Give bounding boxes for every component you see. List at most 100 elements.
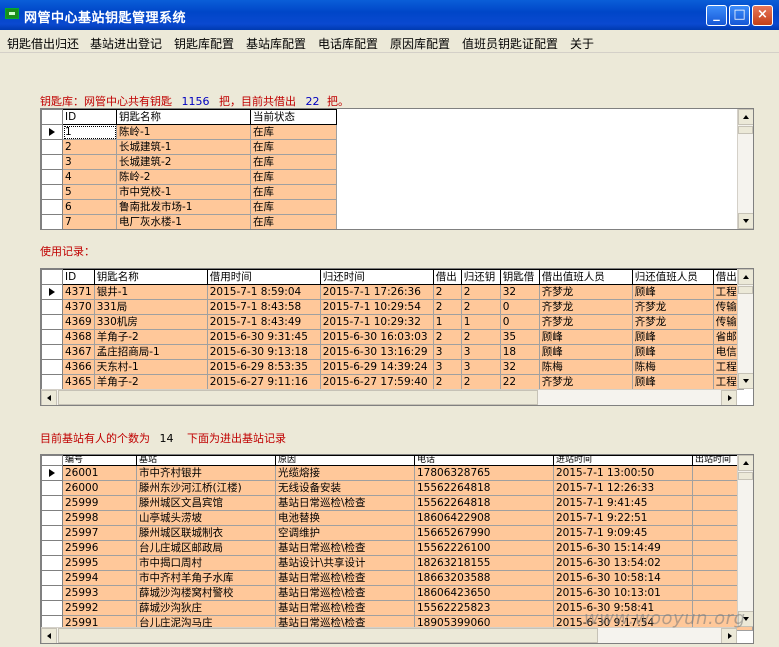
table-cell[interactable]: 在库 [250, 184, 337, 200]
table-cell[interactable]: 15562225823 [414, 600, 554, 616]
col-return-time[interactable]: 归还时间 [319, 269, 434, 285]
table-cell[interactable]: 2015-7-1 8:43:49 [206, 314, 321, 330]
table-cell[interactable]: 2015-6-30 15:14:49 [553, 540, 693, 556]
row-indicator[interactable] [41, 154, 63, 170]
table-row[interactable]: 25993 薛城沙沟楼窝村警校 基站日常巡检\检查 18606423650 2015-6… [41, 585, 753, 601]
table-cell[interactable]: 陈梅 [538, 359, 633, 375]
table-cell[interactable]: 齐梦龙 [631, 299, 714, 315]
row-indicator[interactable] [41, 510, 63, 526]
table-cell[interactable]: 在库 [250, 169, 337, 185]
table-cell[interactable]: 15562264818 [414, 495, 554, 511]
table-cell[interactable]: 台儿庄城区邮政局 [136, 540, 276, 556]
row-indicator[interactable] [41, 139, 63, 155]
table-cell[interactable]: 25996 [62, 540, 137, 556]
table-row[interactable]: 25997 滕州城区联城制衣 空调维护 15665267990 2015-7-1 9:0… [41, 525, 753, 541]
scroll-down-icon[interactable] [738, 213, 753, 229]
table-cell[interactable]: 天东村-1 [93, 359, 208, 375]
table-row[interactable]: 26000 滕州东沙河江桥(江楼) 无线设备安装 15562264818 2015-7-… [41, 480, 753, 496]
col-key-borrow[interactable]: 钥匙借 [499, 269, 540, 285]
table-cell[interactable]: 2015-7-1 10:29:54 [319, 299, 434, 315]
scroll-thumb[interactable] [738, 286, 753, 294]
keys-grid[interactable]: ID 钥匙名称 当前状态 1 陈岭-1 在库 2 长城建筑-1 在库 3 长城建筑-2 在库 4 陈… [40, 108, 754, 230]
close-button[interactable]: × [752, 5, 773, 26]
table-cell[interactable]: 鲁南批发市场-1 [116, 199, 251, 215]
table-cell[interactable]: 齐梦龙 [538, 314, 633, 330]
table-cell[interactable]: 电池替换 [275, 510, 415, 526]
table-cell[interactable]: 电厂灰水楼-1 [116, 214, 251, 229]
table-row[interactable]: 4371 银井-1 2015-7-1 8:59:04 2015-7-1 17:26:3… [41, 284, 744, 300]
table-row[interactable]: 26001 市中齐村银井 光缆熔接 17806328765 2015-7-1 13:00… [41, 465, 753, 481]
menu-reason-config[interactable]: 原因库配置 [390, 35, 450, 52]
table-cell[interactable]: 在库 [250, 139, 337, 155]
table-cell[interactable]: 2 [62, 139, 117, 155]
col-lend-operator[interactable]: 借出值班人员 [538, 269, 633, 285]
usage-vscroll[interactable] [737, 269, 753, 389]
col-reason[interactable]: 原因 [275, 455, 415, 466]
col-lent-count[interactable]: 借出 [432, 269, 462, 285]
col-borrow-time[interactable]: 借用时间 [206, 269, 321, 285]
table-row[interactable]: 3 长城建筑-2 在库 [41, 154, 337, 170]
table-cell[interactable]: 6 [62, 199, 117, 215]
table-cell[interactable]: 1 [460, 314, 501, 330]
row-indicator[interactable] [41, 480, 63, 496]
table-cell[interactable]: 2 [432, 374, 462, 390]
table-cell[interactable]: 2 [460, 299, 501, 315]
table-cell[interactable]: 4365 [62, 374, 95, 390]
table-cell[interactable]: 2015-6-29 8:53:35 [206, 359, 321, 375]
table-cell[interactable]: 在库 [250, 199, 337, 215]
table-cell[interactable]: 4370 [62, 299, 95, 315]
table-row[interactable]: 4366 天东村-1 2015-6-29 8:53:35 2015-6-29 14:3… [41, 359, 744, 375]
table-cell[interactable]: 2015-7-1 13:00:50 [553, 465, 693, 481]
table-row[interactable]: 4 陈岭-2 在库 [41, 169, 337, 185]
table-row[interactable]: 4370 331局 2015-7-1 8:43:58 2015-7-1 10:29:5… [41, 299, 744, 315]
table-cell[interactable]: 1 [62, 124, 117, 140]
table-cell[interactable]: 在库 [250, 124, 337, 140]
table-cell[interactable]: 薛城沙沟狄庄 [136, 600, 276, 616]
row-indicator[interactable] [41, 329, 63, 345]
table-cell[interactable]: 3 [62, 154, 117, 170]
row-indicator[interactable] [41, 314, 63, 330]
table-cell[interactable]: 滕州东沙河江桥(江楼) [136, 480, 276, 496]
menu-station-config[interactable]: 基站库配置 [246, 35, 306, 52]
scroll-up-icon[interactable] [738, 455, 753, 471]
row-indicator[interactable] [41, 374, 63, 390]
table-cell[interactable]: 基站日常巡检\检查 [275, 585, 415, 601]
table-cell[interactable]: 32 [499, 359, 540, 375]
row-indicator[interactable] [41, 525, 63, 541]
table-cell[interactable]: 3 [432, 344, 462, 360]
scroll-left-icon[interactable] [41, 390, 57, 405]
table-cell[interactable]: 顾峰 [631, 284, 714, 300]
table-cell[interactable]: 4369 [62, 314, 95, 330]
row-indicator[interactable] [41, 555, 63, 571]
table-cell[interactable]: 2015-7-1 17:26:36 [319, 284, 434, 300]
table-row[interactable]: 4367 孟庄招商局-1 2015-6-30 9:13:18 2015-6-30 13… [41, 344, 744, 360]
menu-station-entry[interactable]: 基站进出登记 [90, 35, 162, 52]
table-row[interactable]: 4365 羊角子-2 2015-6-27 9:11:16 2015-6-27 17:5… [41, 374, 744, 390]
table-cell[interactable]: 4366 [62, 359, 95, 375]
table-cell[interactable]: 顾峰 [538, 329, 633, 345]
table-cell[interactable]: 顾峰 [631, 329, 714, 345]
col-returned-count[interactable]: 归还钥 [460, 269, 501, 285]
table-cell[interactable]: 2015-6-30 9:31:45 [206, 329, 321, 345]
table-cell[interactable]: 基站设计\共享设计 [275, 555, 415, 571]
table-cell[interactable]: 25999 [62, 495, 137, 511]
table-row[interactable]: 4368 羊角子-2 2015-6-30 9:31:45 2015-6-30 16:0… [41, 329, 744, 345]
table-cell[interactable]: 25998 [62, 510, 137, 526]
table-cell[interactable]: 25997 [62, 525, 137, 541]
table-cell[interactable]: 2 [460, 284, 501, 300]
table-cell[interactable]: 在库 [250, 214, 337, 229]
table-cell[interactable]: 25994 [62, 570, 137, 586]
table-cell[interactable]: 330机房 [93, 314, 208, 330]
table-cell[interactable]: 长城建筑-1 [116, 139, 251, 155]
table-cell[interactable]: 15562264818 [414, 480, 554, 496]
table-cell[interactable]: 顾峰 [631, 344, 714, 360]
table-cell[interactable]: 17806328765 [414, 465, 554, 481]
table-cell[interactable]: 2015-6-27 9:11:16 [206, 374, 321, 390]
table-cell[interactable]: 3 [460, 344, 501, 360]
table-cell[interactable]: 2015-7-1 9:22:51 [553, 510, 693, 526]
table-cell[interactable]: 5 [62, 184, 117, 200]
table-row[interactable]: 25999 滕州城区文昌宾馆 基站日常巡检\检查 15562264818 2015-7-… [41, 495, 753, 511]
row-indicator[interactable] [41, 600, 63, 616]
table-cell[interactable]: 26001 [62, 465, 137, 481]
table-row[interactable]: 5 市中党校-1 在库 [41, 184, 337, 200]
